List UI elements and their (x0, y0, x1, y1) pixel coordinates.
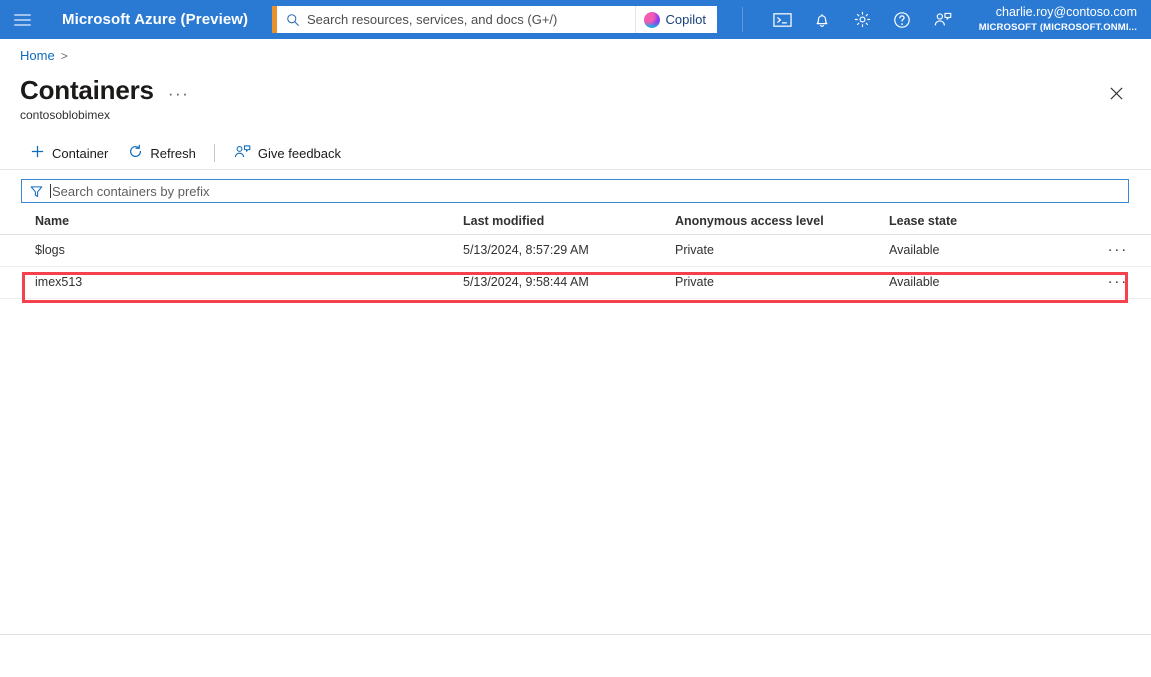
search-icon (286, 13, 300, 27)
cloud-shell-icon[interactable] (762, 0, 802, 39)
cell-anonymous-access-level: Private (675, 243, 714, 257)
account-info[interactable]: charlie.roy@contoso.com MICROSOFT (MICRO… (979, 5, 1137, 34)
filter-funnel-icon (30, 185, 43, 198)
copilot-button[interactable]: Copilot (634, 6, 717, 33)
give-feedback-label: Give feedback (257, 145, 342, 161)
text-caret (50, 184, 51, 198)
command-bar: Container Refresh Give feedback (20, 138, 351, 168)
hamburger-bar (13, 13, 31, 16)
add-container-button[interactable]: Container (20, 138, 118, 168)
breadcrumb: Home > (20, 48, 68, 63)
table-row[interactable]: imex513 5/13/2024, 9:58:44 AM Private Av… (0, 267, 1151, 299)
feedback-person-icon[interactable] (922, 0, 962, 39)
settings-gear-icon[interactable] (842, 0, 882, 39)
table-header-row: Name Last modified Anonymous access leve… (0, 210, 1151, 235)
header-divider (742, 7, 743, 32)
account-org: MICROSOFT (MICROSOFT.ONMI... (978, 21, 1137, 33)
column-header-lease-state[interactable]: Lease state (889, 214, 957, 228)
table-row[interactable]: $logs 5/13/2024, 8:57:29 AM Private Avai… (0, 235, 1151, 267)
help-question-icon[interactable] (882, 0, 922, 39)
global-search-box[interactable]: Copilot (272, 6, 717, 33)
more-actions-ellipsis-icon[interactable]: ··· (1108, 240, 1128, 260)
column-header-name[interactable]: Name (35, 214, 69, 228)
breadcrumb-separator-icon: > (60, 48, 68, 63)
header-icon-group (762, 0, 962, 39)
containers-table: Name Last modified Anonymous access leve… (0, 210, 1151, 299)
hamburger-bar (13, 23, 31, 26)
search-containers-box[interactable] (21, 179, 1129, 203)
page-title-row: Containers ··· (20, 76, 189, 104)
page-more-actions-icon[interactable]: ··· (168, 76, 189, 104)
footer-divider (0, 634, 1151, 635)
command-bar-separator (213, 144, 215, 162)
search-containers-input[interactable] (52, 181, 1128, 201)
cell-last-modified: 5/13/2024, 8:57:29 AM (463, 243, 589, 257)
plus-icon (30, 144, 45, 162)
close-icon[interactable] (1103, 80, 1129, 106)
notifications-bell-icon[interactable] (802, 0, 842, 39)
cell-lease-state: Available (889, 275, 940, 289)
feedback-person-icon (233, 144, 251, 163)
column-header-anonymous-access-level[interactable]: Anonymous access level (675, 214, 824, 228)
cell-lease-state: Available (889, 243, 940, 257)
cell-last-modified: 5/13/2024, 9:58:44 AM (463, 275, 589, 289)
account-email: charlie.roy@contoso.com (995, 5, 1137, 19)
page-title: Containers (20, 75, 154, 105)
azure-top-header: Microsoft Azure (Preview) Copilot (0, 0, 1151, 39)
give-feedback-button[interactable]: Give feedback (223, 138, 351, 168)
cell-name[interactable]: imex513 (35, 275, 82, 289)
page-subtitle: contosoblobimex (20, 108, 111, 122)
command-bar-underline (0, 169, 1151, 170)
add-container-label: Container (52, 145, 109, 161)
hamburger-menu-icon[interactable] (0, 0, 44, 39)
cell-name[interactable]: $logs (35, 243, 65, 257)
refresh-label: Refresh (150, 145, 196, 161)
copilot-icon (643, 11, 660, 28)
cell-anonymous-access-level: Private (675, 275, 714, 289)
column-header-last-modified[interactable]: Last modified (463, 214, 544, 228)
refresh-button[interactable]: Refresh (118, 138, 206, 168)
hamburger-bar (13, 18, 31, 21)
refresh-icon (128, 144, 143, 162)
copilot-label: Copilot (665, 12, 706, 27)
brand-title[interactable]: Microsoft Azure (Preview) (62, 11, 248, 28)
breadcrumb-item-home[interactable]: Home (20, 48, 55, 63)
more-actions-ellipsis-icon[interactable]: ··· (1108, 272, 1128, 292)
global-search-input[interactable] (307, 8, 635, 31)
